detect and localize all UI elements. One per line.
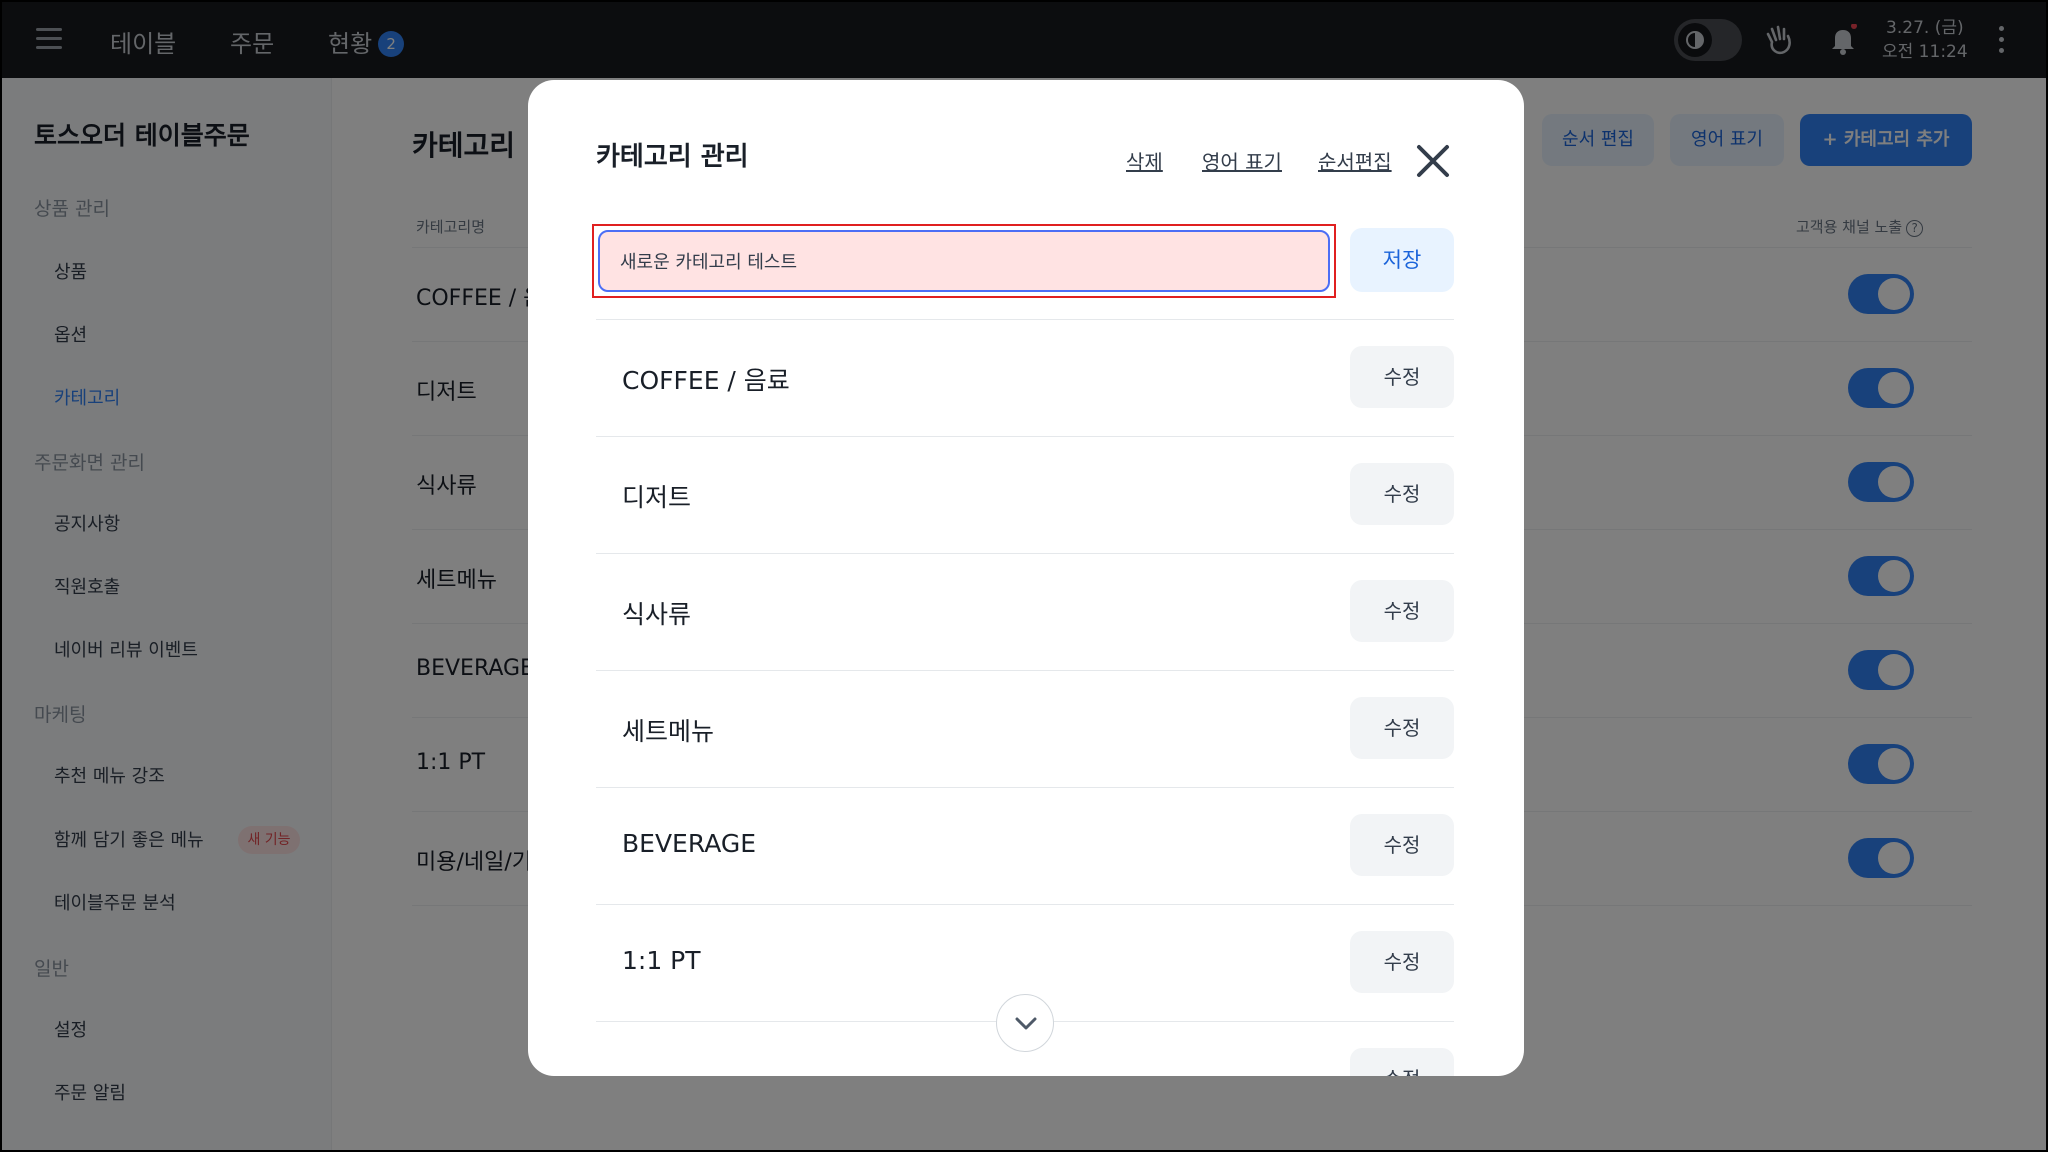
- category-name: 디저트: [622, 483, 692, 512]
- category-name: BEVERAGE: [622, 829, 757, 858]
- category-management-modal: 카테고리 관리 삭제 영어 표기 순서편집 저장 COFFEE / 음료 수정 …: [528, 80, 1524, 1076]
- list-divider: [596, 787, 1454, 788]
- close-icon[interactable]: [1414, 142, 1452, 180]
- category-name: 1:1 PT: [622, 946, 701, 975]
- chevron-down-icon: [1015, 1017, 1037, 1030]
- category-name: 세트메뉴: [622, 717, 715, 746]
- order-edit-link[interactable]: 순서편집: [1318, 146, 1392, 175]
- edit-button[interactable]: 수정: [1350, 463, 1454, 525]
- edit-button[interactable]: 수정: [1350, 814, 1454, 876]
- delete-link[interactable]: 삭제: [1126, 146, 1163, 175]
- modal-title: 카테고리 관리: [596, 142, 749, 172]
- list-divider: [596, 553, 1454, 554]
- category-name: COFFEE / 음료: [622, 366, 790, 395]
- english-label-link[interactable]: 영어 표기: [1202, 146, 1282, 175]
- new-category-input[interactable]: [598, 230, 1330, 292]
- edit-button[interactable]: 수정: [1350, 931, 1454, 993]
- list-divider: [596, 436, 1454, 437]
- highlight-box: [592, 224, 1336, 298]
- list-divider: [596, 319, 1454, 320]
- category-name: 식사류: [622, 600, 692, 629]
- edit-button[interactable]: 수정: [1350, 697, 1454, 759]
- edit-button[interactable]: 수정: [1350, 580, 1454, 642]
- edit-button[interactable]: 수정: [1350, 346, 1454, 408]
- list-divider: [596, 904, 1454, 905]
- app-frame: 테이블 주문 현황2 3.27. (금) 오전 11:24 토스오더 테이블주문…: [0, 0, 2048, 1152]
- list-divider: [596, 670, 1454, 671]
- save-button[interactable]: 저장: [1350, 228, 1454, 292]
- edit-button[interactable]: 수정: [1350, 1048, 1454, 1076]
- scroll-down-button[interactable]: [996, 994, 1054, 1052]
